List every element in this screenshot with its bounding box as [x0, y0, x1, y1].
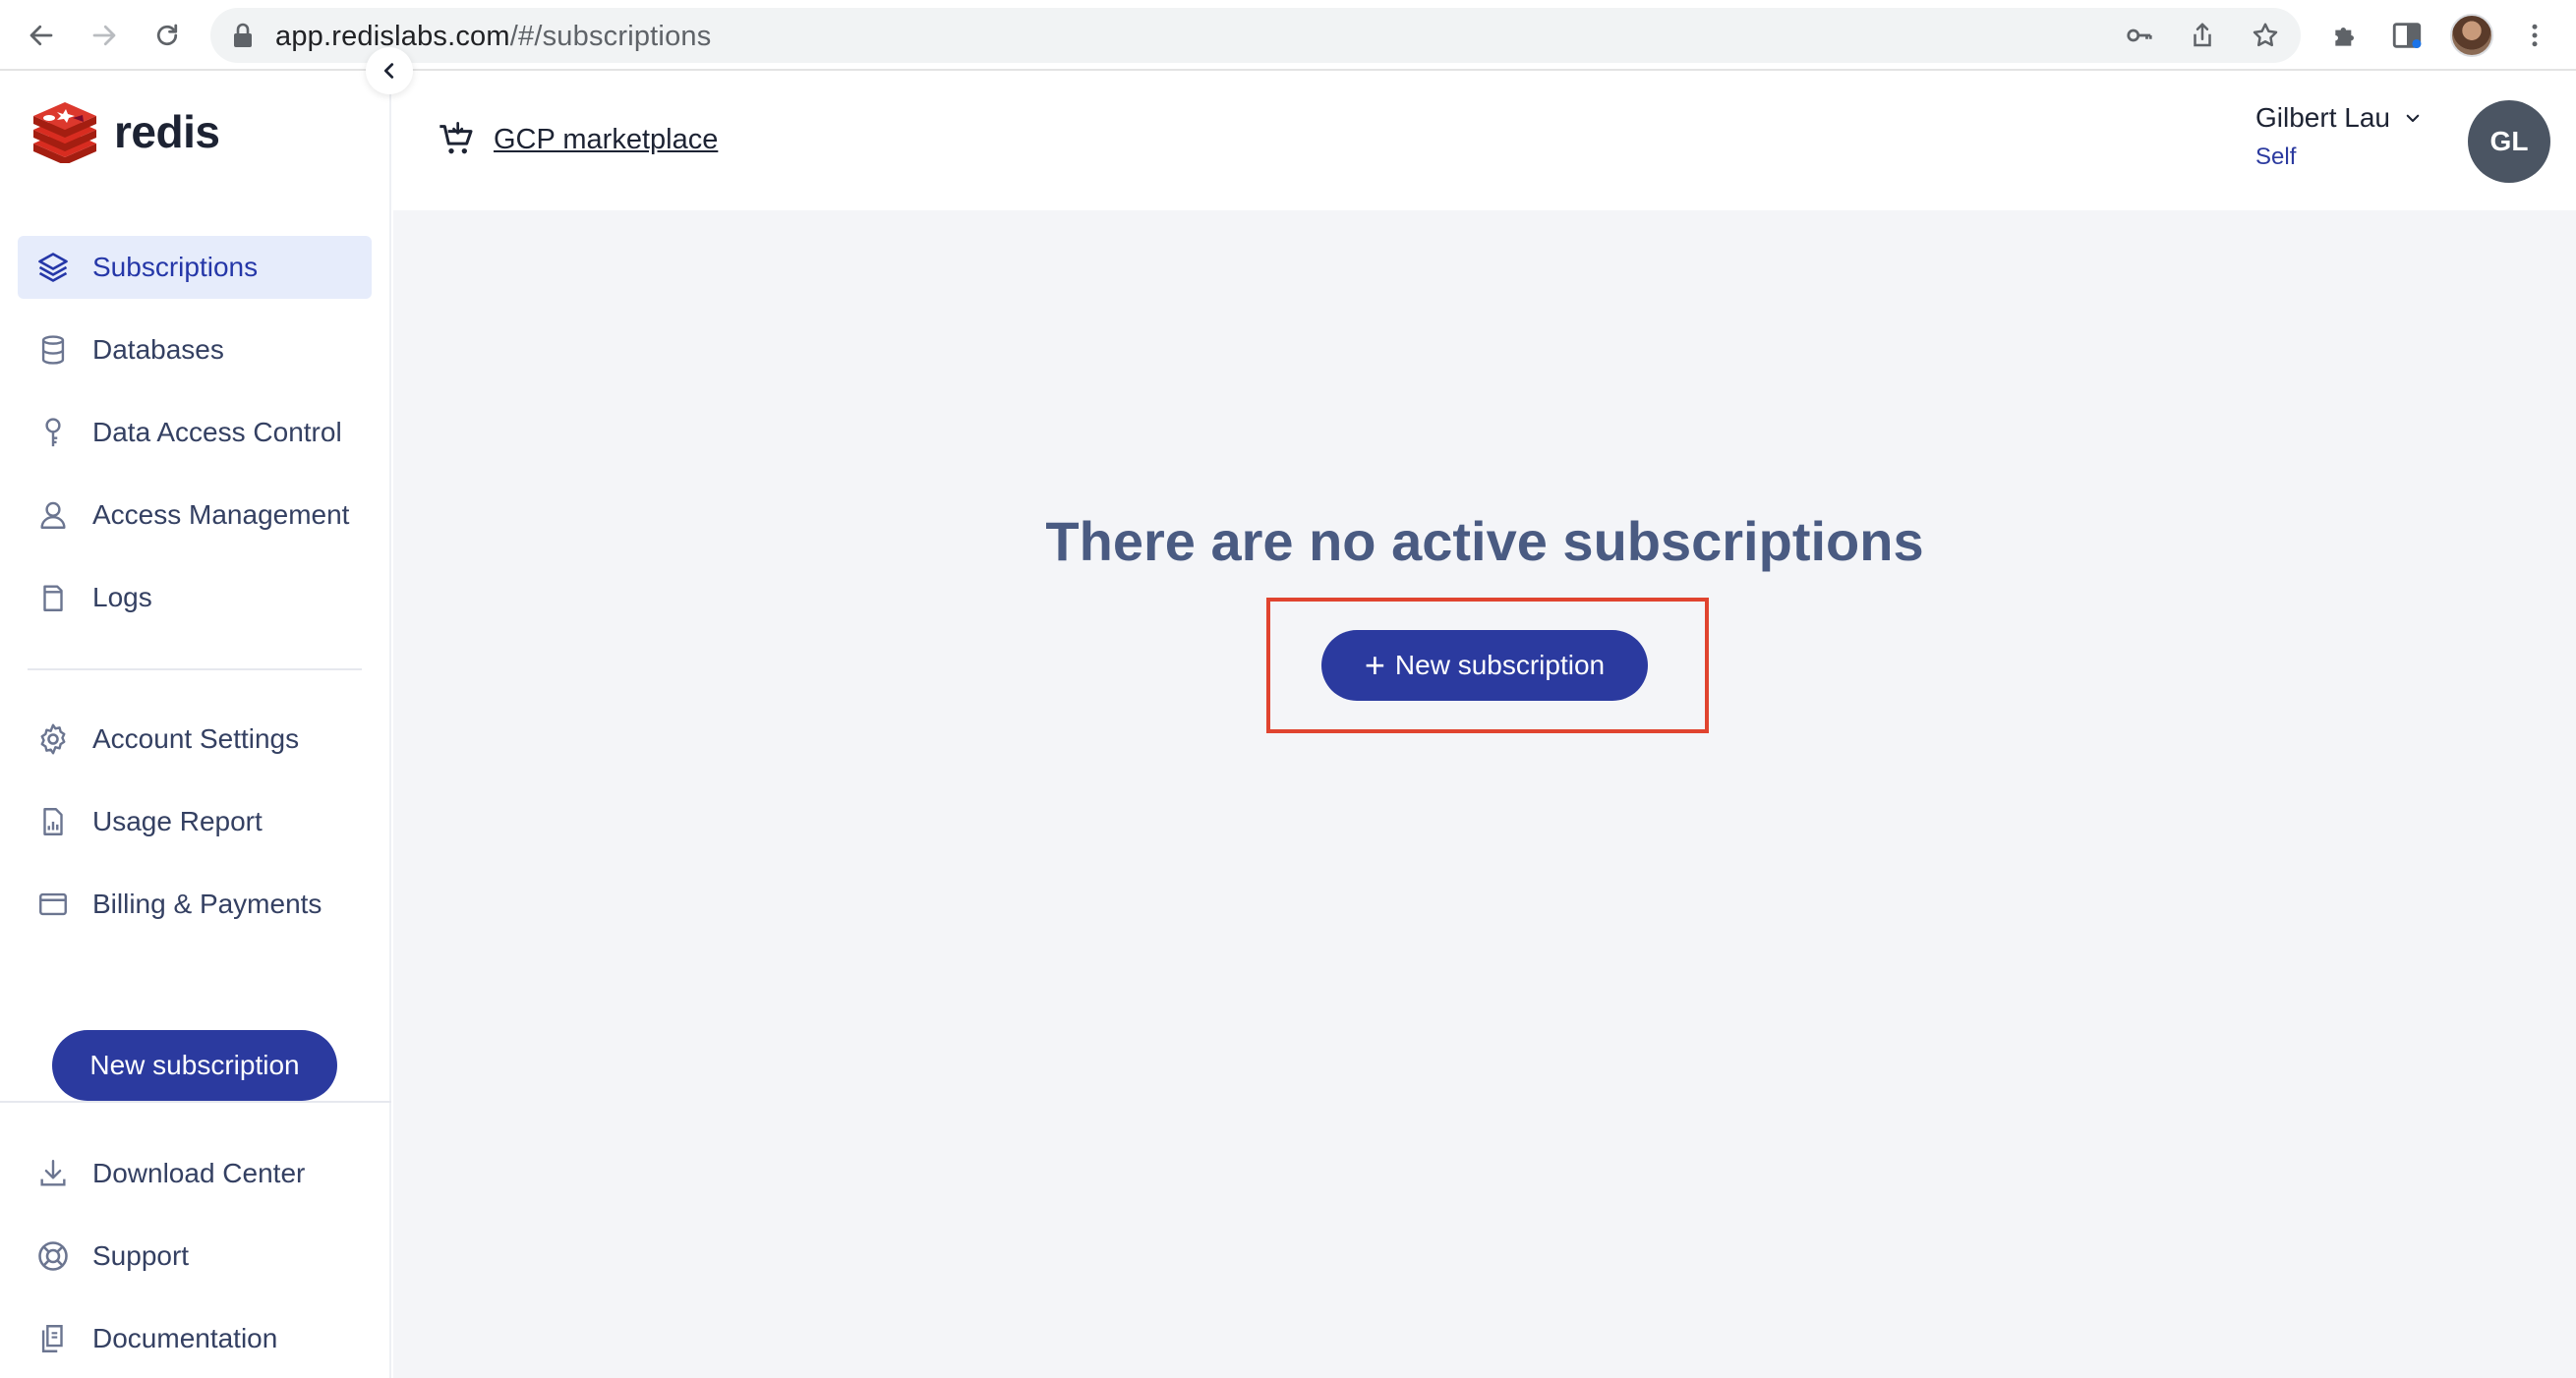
- sidebar-item-databases[interactable]: Databases: [18, 318, 372, 381]
- sidebar-item-label: Support: [92, 1240, 190, 1271]
- lifebuoy-icon: [33, 1236, 73, 1276]
- sidebar: redis Subscriptions Databases Data Acces…: [0, 73, 391, 1378]
- extensions-puzzle-icon[interactable]: [2326, 16, 2366, 55]
- arrow-right-icon: [92, 25, 116, 46]
- gear-icon: [33, 719, 73, 759]
- user-role: Self: [2255, 144, 2297, 170]
- chevron-down-icon: [2406, 114, 2420, 123]
- sidebar-item-download-center[interactable]: Download Center: [18, 1142, 372, 1205]
- sidebar-item-logs[interactable]: Logs: [18, 566, 372, 629]
- sidebar-item-data-access-control[interactable]: Data Access Control: [18, 401, 372, 464]
- chevron-left-icon: [383, 63, 394, 79]
- bookmark-star-icon[interactable]: [2250, 20, 2281, 51]
- sidebar-item-label: Subscriptions: [92, 252, 259, 282]
- document-icon: [33, 578, 73, 617]
- lock-icon: [234, 23, 252, 47]
- main-content: There are no active subscriptions + New …: [393, 210, 2576, 1378]
- key-icon: [33, 413, 73, 452]
- share-icon[interactable]: [2187, 20, 2218, 51]
- docs-icon: [33, 1319, 73, 1358]
- arrow-left-icon: [29, 25, 53, 46]
- sidebar-divider-bottom: [0, 1101, 391, 1103]
- user-menu[interactable]: Gilbert Lau Self: [2255, 102, 2422, 171]
- redis-logo[interactable]: redis: [29, 100, 220, 163]
- sidebar-item-account-settings[interactable]: Account Settings: [18, 708, 372, 771]
- empty-state-title: There are no active subscriptions: [1045, 510, 1924, 572]
- forward-button[interactable]: [81, 12, 128, 59]
- sidebar-item-access-management[interactable]: Access Management: [18, 484, 372, 546]
- sidebar-item-support[interactable]: Support: [18, 1225, 372, 1288]
- new-subscription-button[interactable]: + New subscription: [1321, 630, 1648, 701]
- sidebar-item-label: Databases: [92, 334, 224, 365]
- database-icon: [33, 330, 73, 370]
- sidebar-item-label: Documentation: [92, 1323, 278, 1353]
- credit-card-icon: [33, 885, 73, 924]
- new-subscription-label: New subscription: [1394, 650, 1606, 680]
- url-text: app.redislabs.com/#/subscriptions: [275, 21, 712, 52]
- sidebar-item-label: Usage Report: [92, 806, 263, 836]
- cart-icon: [439, 122, 473, 154]
- password-key-icon[interactable]: [2124, 20, 2155, 51]
- sidebar-divider: [28, 668, 362, 670]
- logo-text: redis: [114, 106, 220, 157]
- avatar[interactable]: GL: [2468, 100, 2550, 183]
- sidebar-item-label: Billing & Payments: [92, 889, 322, 919]
- sidebar-new-subscription-button[interactable]: New subscription: [52, 1030, 337, 1101]
- sidebar-item-billing-payments[interactable]: Billing & Payments: [18, 873, 372, 936]
- sidebar-item-label: Access Management: [92, 499, 350, 530]
- plus-icon: +: [1364, 645, 1385, 685]
- back-button[interactable]: [18, 12, 65, 59]
- download-icon: [33, 1154, 73, 1193]
- redis-logo-icon: [33, 102, 96, 163]
- marketplace-label: GCP marketplace: [494, 123, 719, 155]
- reload-icon: [156, 24, 178, 46]
- gcp-marketplace-link[interactable]: GCP marketplace: [437, 120, 718, 159]
- reload-button[interactable]: [144, 12, 191, 59]
- more-vert-icon[interactable]: [2515, 16, 2554, 55]
- sidebar-item-documentation[interactable]: Documentation: [18, 1307, 372, 1370]
- side-panel-icon[interactable]: [2387, 16, 2427, 55]
- sidebar-item-label: Account Settings: [92, 723, 300, 754]
- sidebar-item-label: Logs: [92, 582, 152, 612]
- sidebar-item-subscriptions[interactable]: Subscriptions: [18, 236, 372, 299]
- sidebar-item-label: Download Center: [92, 1158, 306, 1188]
- layers-icon: [33, 248, 73, 287]
- sidebar-item-usage-report[interactable]: Usage Report: [18, 790, 372, 853]
- browser-profile-avatar[interactable]: [2450, 14, 2493, 57]
- user-name: Gilbert Lau: [2255, 102, 2390, 133]
- user-icon: [33, 495, 73, 535]
- top-header: GCP marketplace Gilbert Lau Self GL: [393, 73, 2576, 210]
- report-icon: [33, 802, 73, 841]
- address-bar[interactable]: app.redislabs.com/#/subscriptions: [210, 8, 2301, 63]
- sidebar-collapse-button[interactable]: [366, 47, 413, 94]
- sidebar-item-label: Data Access Control: [92, 417, 342, 447]
